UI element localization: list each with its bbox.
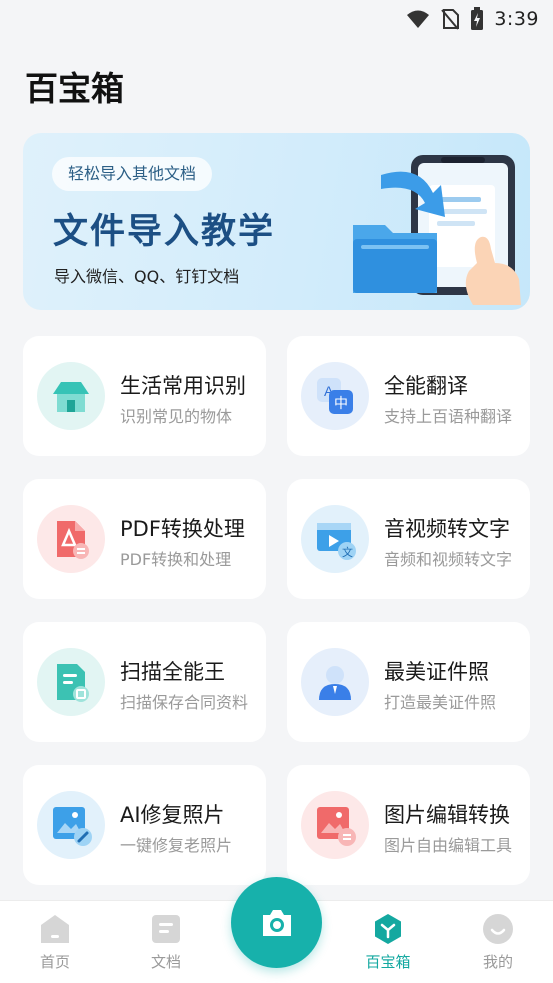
banner-subtitle: 导入微信、QQ、钉钉文档	[54, 267, 240, 286]
tool-desc: 图片自由编辑工具	[384, 836, 513, 855]
nav-label: 首页	[39, 953, 70, 971]
camera-icon	[262, 909, 291, 936]
banner-pill: 轻松导入其他文档	[52, 157, 213, 191]
nav-item-profile[interactable]: 我的	[458, 901, 538, 983]
nav-label: 文档	[150, 953, 181, 971]
wifi-icon	[407, 10, 430, 28]
tool-card-translate[interactable]: A 中 全能翻译 支持上百语种翻译	[287, 336, 530, 456]
pdf-icon	[37, 505, 105, 573]
nav-item-home[interactable]: 首页	[15, 901, 95, 983]
tool-title: 图片编辑转换	[384, 803, 510, 827]
tool-desc: 支持上百语种翻译	[384, 407, 513, 426]
tool-title: AI修复照片	[120, 803, 225, 827]
tool-desc: 一键修复老照片	[120, 836, 233, 855]
profile-icon	[483, 914, 513, 944]
nav-item-toolbox[interactable]: 百宝箱	[348, 901, 428, 983]
svg-text:中: 中	[334, 396, 348, 412]
svg-text:文: 文	[342, 545, 353, 559]
house-icon	[37, 362, 105, 430]
translate-icon: A 中	[301, 362, 369, 430]
tool-desc: 打造最美证件照	[384, 693, 497, 712]
tool-card-life-recognition[interactable]: 生活常用识别 识别常见的物体	[23, 336, 266, 456]
battery-charging-icon	[471, 7, 484, 30]
camera-button[interactable]	[231, 877, 322, 968]
tool-desc: 音频和视频转文字	[384, 550, 513, 569]
nav-label: 我的	[482, 953, 513, 971]
home-icon	[41, 915, 69, 943]
photo-repair-icon	[37, 791, 105, 859]
status-time: 3:39	[494, 8, 539, 30]
image-edit-icon	[301, 791, 369, 859]
video-text-icon: 文	[301, 505, 369, 573]
page-title: 百宝箱	[25, 69, 124, 108]
tool-card-scanner[interactable]: 扫描全能王 扫描保存合同资料	[23, 622, 266, 742]
tool-card-pdf[interactable]: PDF转换处理 PDF转换和处理	[23, 479, 266, 599]
tool-title: 生活常用识别	[120, 374, 246, 398]
banner-title: 文件导入教学	[53, 212, 276, 252]
tool-card-image-edit[interactable]: 图片编辑转换 图片自由编辑工具	[287, 765, 530, 885]
tool-desc: 识别常见的物体	[120, 407, 233, 426]
tool-title: 全能翻译	[384, 374, 468, 398]
tool-desc: 扫描保存合同资料	[120, 693, 249, 712]
tool-title: 扫描全能王	[120, 660, 225, 684]
tool-title: PDF转换处理	[120, 517, 245, 541]
tool-title: 音视频转文字	[384, 517, 510, 541]
tool-card-av-to-text[interactable]: 文 音视频转文字 音频和视频转文字	[287, 479, 530, 599]
toolbox-icon	[375, 914, 401, 944]
document-icon	[152, 915, 180, 943]
phone-import-illustration	[353, 155, 521, 305]
tool-desc: PDF转换和处理	[120, 550, 232, 569]
no-sim-icon	[441, 9, 460, 30]
status-bar: 3:39	[0, 0, 553, 38]
scan-document-icon	[37, 648, 105, 716]
import-tutorial-banner[interactable]: 轻松导入其他文档 文件导入教学 导入微信、QQ、钉钉文档	[23, 133, 530, 310]
id-photo-icon	[301, 648, 369, 716]
nav-label: 百宝箱	[365, 953, 411, 971]
tool-card-id-photo[interactable]: 最美证件照 打造最美证件照	[287, 622, 530, 742]
tool-title: 最美证件照	[384, 660, 489, 684]
nav-item-documents[interactable]: 文档	[126, 901, 206, 983]
tool-card-ai-photo-repair[interactable]: AI修复照片 一键修复老照片	[23, 765, 266, 885]
